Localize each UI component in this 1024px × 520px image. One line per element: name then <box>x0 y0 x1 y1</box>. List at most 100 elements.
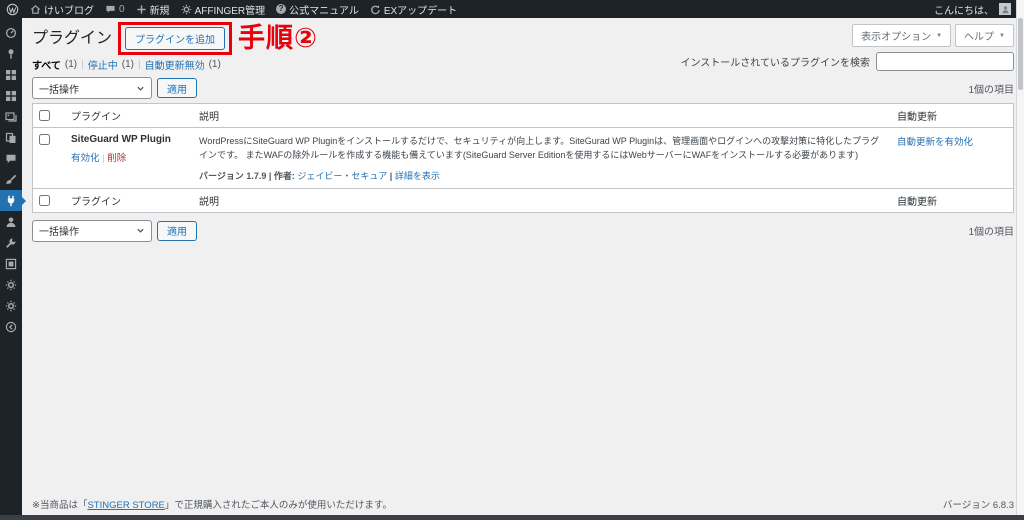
search-input[interactable] <box>876 52 1014 71</box>
box-icon <box>5 258 17 270</box>
chevron-down-icon <box>137 228 144 234</box>
filter-inactive[interactable]: 停止中 <box>88 57 118 72</box>
sidebar-item-comments[interactable] <box>0 148 22 169</box>
sidebar-item-appearance[interactable] <box>0 169 22 190</box>
admin-bar-manual[interactable]: ? 公式マニュアル <box>276 2 359 17</box>
column-footer-auto-update: 自動更新 <box>897 196 937 208</box>
admin-bar-affinger[interactable]: AFFINGER管理 <box>181 2 266 17</box>
table-footer-row: プラグイン 説明 自動更新 <box>32 188 1014 212</box>
sidebar-item-settings-box[interactable] <box>0 253 22 274</box>
bulk-action-select-bottom[interactable]: 一括操作 <box>32 219 152 242</box>
admin-bar-account[interactable]: こんにちは、 <box>934 2 1011 17</box>
sidebar-item-plugins[interactable] <box>0 190 26 211</box>
comments-icon <box>5 153 17 165</box>
grid-icon <box>5 90 17 102</box>
dashboard-icon <box>5 27 17 39</box>
filter-separator: | <box>81 59 84 70</box>
sidebar-collapse-menu[interactable] <box>0 316 22 337</box>
admin-bar-ex-update[interactable]: EXアップデート <box>370 2 457 17</box>
apply-button[interactable]: 適用 <box>157 78 197 98</box>
footer-note-prefix: ※当商品は「 <box>32 500 88 511</box>
admin-bar-new[interactable]: 新規 <box>136 2 170 17</box>
column-header-description: 説明 <box>199 112 219 123</box>
stinger-store-link[interactable]: STINGER STORE <box>87 500 164 511</box>
item-count: 1個の項目 <box>968 84 1014 96</box>
wrench-icon <box>5 237 17 249</box>
filter-auto-update-disabled-count: (1) <box>208 59 221 70</box>
filter-all[interactable]: すべて <box>32 57 61 72</box>
plugin-version: バージョン 1.7.9 <box>199 170 267 181</box>
brush-icon <box>5 174 17 186</box>
plugin-name: SiteGuard WP Plugin <box>71 134 171 145</box>
enable-auto-update-link[interactable]: 自動更新を有効化 <box>897 137 973 148</box>
main-content: 表示オプション ▼ ヘルプ ▼ プラグイン プラグインを追加 手順② すべて (… <box>22 18 1017 515</box>
item-count-bottom: 1個の項目 <box>968 227 1014 239</box>
delete-link[interactable]: 削除 <box>107 153 126 164</box>
author-link[interactable]: ジェイビー・セキュア <box>297 171 387 181</box>
collapse-icon <box>5 321 17 333</box>
gear-icon <box>5 300 17 312</box>
add-plugin-wrap: プラグインを追加 <box>118 22 233 55</box>
page-footer: ※当商品は「STINGER STORE」で正規購入されたご本人のみが使用いただけ… <box>32 497 1014 511</box>
filter-inactive-count: (1) <box>121 59 134 70</box>
author-label: 作者: <box>273 170 295 181</box>
site-name: けいブログ <box>44 5 94 17</box>
page-title: プラグイン <box>32 29 113 47</box>
bulk-action-select[interactable]: 一括操作 <box>32 77 152 99</box>
filter-auto-update-disabled[interactable]: 自動更新無効 <box>145 57 205 72</box>
select-all-checkbox[interactable] <box>39 109 50 121</box>
comment-icon <box>105 4 116 15</box>
meta-separator: | <box>268 170 272 181</box>
select-all-checkbox-bottom[interactable] <box>39 194 50 206</box>
chevron-down-icon: ▼ <box>936 32 943 39</box>
wordpress-admin-screen: けいブログ 0 新規 AFFINGER管理 ? 公式マニュアル EXアップデート… <box>0 0 1024 520</box>
details-link[interactable]: 詳細を表示 <box>395 171 440 181</box>
filter-all-count: (1) <box>64 59 78 70</box>
sidebar-item-users[interactable] <box>0 211 22 232</box>
chevron-down-icon <box>137 86 144 91</box>
sidebar-item-options-2[interactable] <box>0 295 22 316</box>
table-header-row: プラグイン 説明 自動更新 <box>32 104 1014 128</box>
update-icon <box>370 4 381 15</box>
column-footer-description: 説明 <box>199 196 219 208</box>
vertical-scrollbar[interactable] <box>1016 0 1024 515</box>
plus-icon <box>136 4 147 15</box>
sidebar-item-gallery[interactable] <box>0 106 22 127</box>
comment-count: 0 <box>119 3 125 15</box>
help-button[interactable]: ヘルプ ▼ <box>955 24 1014 47</box>
apply-button-bottom[interactable]: 適用 <box>157 220 197 241</box>
admin-bar-comments[interactable]: 0 <box>105 4 125 15</box>
avatar <box>999 3 1011 15</box>
sidebar-item-options-1[interactable] <box>0 274 22 295</box>
tablenav-bottom: 一括操作 適用 1個の項目 <box>32 219 1014 242</box>
ex-update-label: EXアップデート <box>383 5 458 17</box>
sidebar-item-blocks[interactable] <box>0 85 22 106</box>
chevron-down-icon: ▼ <box>999 32 1005 39</box>
filter-separator: | <box>137 59 141 70</box>
admin-bar-site-link[interactable]: けいブログ <box>30 2 94 17</box>
column-header-plugin[interactable]: プラグイン <box>65 104 193 128</box>
sidebar-item-dashboard[interactable] <box>0 22 22 43</box>
scrollbar-thumb[interactable] <box>1018 18 1023 90</box>
plugin-description: WordPressにSiteGuard WP Pluginをインストールするだけ… <box>199 136 880 161</box>
sidebar-item-posts[interactable] <box>0 43 22 64</box>
row-checkbox[interactable] <box>39 134 50 145</box>
wp-version: バージョン 6.8.3 <box>942 500 1014 511</box>
sidebar-item-media[interactable] <box>0 64 22 85</box>
search-label: インストールされているプラグインを検索 <box>680 58 871 69</box>
wordpress-logo-icon <box>6 3 19 16</box>
column-footer-plugin[interactable]: プラグイン <box>65 188 193 212</box>
greeting-text: こんにちは、 <box>934 5 994 17</box>
sidebar-item-pages[interactable] <box>0 127 22 148</box>
admin-sidebar <box>0 18 26 515</box>
pages-icon <box>5 132 17 144</box>
add-plugin-button[interactable]: プラグインを追加 <box>125 27 226 50</box>
plugin-meta: バージョン 1.7.9 | 作者: ジェイビー・セキュア | 詳細を表示 <box>199 169 885 182</box>
screen-options-button[interactable]: 表示オプション ▼ <box>852 24 952 47</box>
activate-link[interactable]: 有効化 <box>71 153 100 164</box>
sidebar-item-tools[interactable] <box>0 232 22 253</box>
row-actions: 有効化 | 削除 <box>71 150 187 164</box>
wordpress-logo-menu[interactable] <box>6 3 19 16</box>
affinger-label: AFFINGER管理 <box>194 5 266 17</box>
plugins-table-wrap: プラグイン 説明 自動更新 SiteGuard WP Plugin 有効化 | <box>32 103 1014 242</box>
